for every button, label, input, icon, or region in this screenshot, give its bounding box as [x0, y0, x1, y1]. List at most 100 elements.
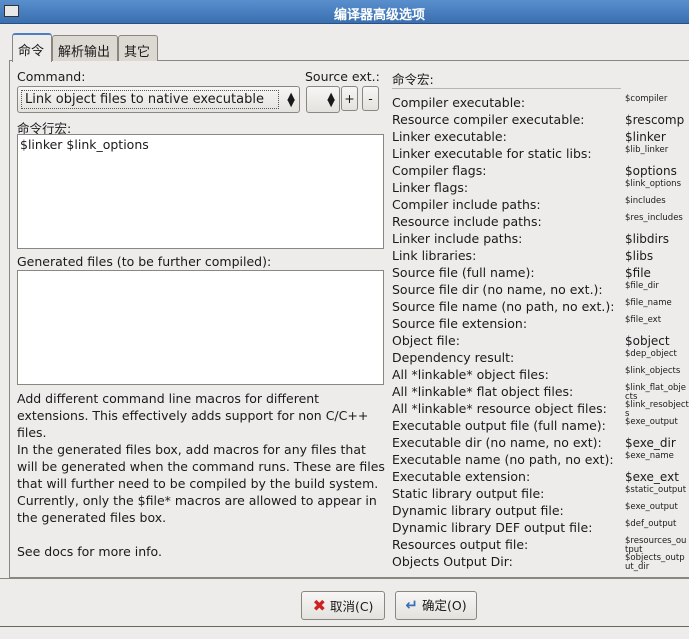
macro-row: Linker executable: $linker	[392, 129, 689, 146]
macro-row: Dependency result: $dep_object	[392, 350, 689, 367]
macro-row: Compiler include paths: $includes	[392, 197, 689, 214]
macro-description: Linker include paths:	[392, 231, 523, 246]
macro-description: Resources output file:	[392, 537, 529, 552]
help-text: Add different command line macros for di…	[17, 390, 387, 560]
macro-description: Compiler executable:	[392, 95, 526, 110]
command-label: Command:	[17, 69, 86, 84]
macro-row: Linker include paths: $libdirs	[392, 231, 689, 248]
ok-label: 确定(O)	[421, 598, 467, 613]
macro-row: Source file dir (no name, no ext.): $file…	[392, 282, 689, 299]
generated-files-textarea[interactable]	[17, 270, 384, 385]
macro-description: All *linkable* flat object files:	[392, 384, 574, 399]
window-bottom-edge	[0, 626, 689, 627]
macro-variable: $libdirs	[625, 232, 670, 246]
macro-description: Linker executable for static libs:	[392, 146, 592, 161]
macro-variable: $exe_output	[625, 502, 678, 512]
macro-description: Source file dir (no name, no ext.):	[392, 282, 603, 297]
source-ext-select[interactable]: ▲ ▼	[306, 86, 340, 113]
macro-row: Dynamic library output file: $exe_output	[392, 503, 689, 520]
macro-row: Executable dir (no name, no ext): $exe_di…	[392, 435, 689, 452]
macro-description: All *linkable* object files:	[392, 367, 549, 382]
macro-description: Objects Output Dir:	[392, 554, 513, 569]
macro-description: Executable name (no path, no ext):	[392, 452, 614, 467]
macro-variable: $resources_output	[625, 536, 687, 555]
title-bar: 编译器高级选项	[0, 0, 689, 24]
generated-files-label: Generated files (to be further compiled)…	[17, 254, 272, 269]
macro-description: Executable dir (no name, no ext):	[392, 435, 602, 450]
macro-variable: $link_options	[625, 179, 681, 189]
macro-variable: $linker	[625, 130, 666, 144]
macro-line-textarea[interactable]: $linker $link_options	[17, 134, 384, 249]
macro-description: Dynamic library DEF output file:	[392, 520, 593, 535]
macro-description: Dependency result:	[392, 350, 515, 365]
macro-variable: $includes	[625, 196, 666, 206]
cancel-label: 取消(C)	[329, 599, 374, 614]
macro-row: Static library output file: $static_outpu…	[392, 486, 689, 503]
macro-description: Dynamic library output file:	[392, 503, 564, 518]
window-title: 编译器高级选项	[333, 8, 425, 23]
help-paragraph: Add different command line macros for di…	[17, 391, 369, 440]
macro-description: Linker flags:	[392, 180, 469, 195]
source-ext-label: Source ext.:	[305, 69, 380, 84]
macro-description: Compiler include paths:	[392, 197, 541, 212]
macro-variable: $link_flat_objects	[625, 383, 687, 402]
macro-row: Dynamic library DEF output file: $def_out…	[392, 520, 689, 537]
macro-variable: $dep_object	[625, 349, 677, 359]
macro-row: Source file extension: $file_ext	[392, 316, 689, 333]
command-select[interactable]: Link object files to native executable ▲…	[17, 86, 300, 113]
macro-row: Executable extension: $exe_ext	[392, 469, 689, 486]
macro-row: Source file name (no path, no ext.): $fil…	[392, 299, 689, 316]
macro-variable: $lib_linker	[625, 145, 669, 155]
macro-variable: $object	[625, 334, 670, 348]
macro-variable: $exe_ext	[625, 470, 679, 484]
macro-description: Resource compiler executable:	[392, 112, 585, 127]
tab-command[interactable]: 命令	[12, 33, 52, 62]
macro-variable: $file_name	[625, 298, 672, 308]
macro-variable: $compiler	[625, 94, 668, 104]
macro-variable: $static_output	[625, 485, 687, 495]
macro-description: Source file extension:	[392, 316, 528, 331]
macro-row: Object file: $object	[392, 333, 689, 350]
macro-variable: $exe_name	[625, 451, 674, 461]
tab-parse-output[interactable]: 解析输出	[52, 35, 118, 61]
macro-row: Executable output file (full name): $exe_…	[392, 418, 689, 435]
macro-row: Link libraries: $libs	[392, 248, 689, 265]
macro-row: Linker executable for static libs: $lib_l…	[392, 146, 689, 163]
macro-variable: $file_ext	[625, 315, 662, 325]
macro-row: Linker flags: $link_options	[392, 180, 689, 197]
macro-description: All *linkable* resource object files:	[392, 401, 607, 416]
macro-variable: $options	[625, 164, 677, 178]
macro-row: Resource include paths: $res_includes	[392, 214, 689, 231]
macro-variable: $objects_output_dir	[625, 553, 685, 572]
macro-row: All *linkable* object files: $link_object…	[392, 367, 689, 384]
updown-arrows-icon: ▲ ▼	[327, 91, 335, 109]
macros-title: 命令宏:	[392, 72, 434, 87]
macro-description: Object file:	[392, 333, 460, 348]
help-paragraph: Currently, only the $file* macros are al…	[17, 493, 377, 525]
add-ext-button[interactable]: +	[341, 86, 358, 111]
cancel-x-icon: ✖	[312, 596, 326, 615]
tab-other[interactable]: 其它	[118, 35, 158, 61]
remove-ext-button[interactable]: -	[362, 86, 379, 111]
macro-description: Linker executable:	[392, 129, 507, 144]
macro-variable: $link_resobjects	[625, 400, 689, 419]
macro-variable: $file	[625, 266, 651, 280]
macro-row: Resources output file: $resources_output	[392, 537, 689, 554]
button-separator	[0, 578, 689, 579]
cancel-button[interactable]: ✖ 取消(C)	[301, 591, 385, 620]
macro-row: Compiler flags: $options	[392, 163, 689, 180]
ok-button[interactable]: ↵ 确定(O)	[395, 591, 477, 620]
ok-enter-icon: ↵	[405, 596, 418, 614]
macro-row: Compiler executable: $compiler	[392, 95, 689, 112]
macro-variable: $def_output	[625, 519, 677, 529]
macro-row: Executable name (no path, no ext): $exe_n…	[392, 452, 689, 469]
macro-variable: $libs	[625, 249, 654, 263]
help-paragraph	[17, 526, 387, 543]
macro-description: Executable output file (full name):	[392, 418, 606, 433]
macro-description: Link libraries:	[392, 248, 477, 263]
macro-variable: $rescomp	[625, 113, 685, 127]
updown-arrows-icon: ▲ ▼	[287, 91, 295, 109]
macro-variable: $exe_output	[625, 417, 678, 427]
command-selected: Link object files to native executable	[21, 90, 279, 109]
macro-row: Source file (full name): $file	[392, 265, 689, 282]
